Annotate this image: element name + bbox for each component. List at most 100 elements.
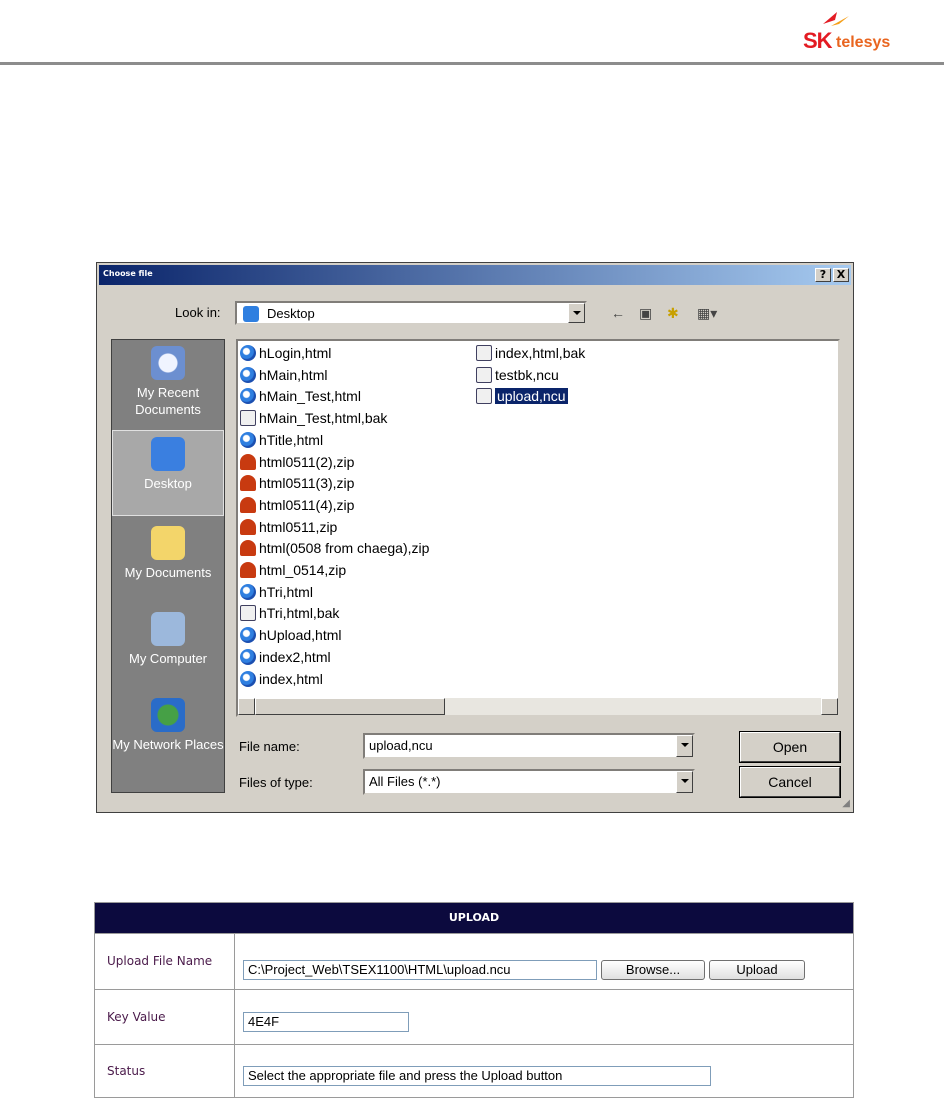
- file-item[interactable]: html(0508 from chaega),zip: [240, 538, 429, 558]
- file-name: index2,html: [259, 648, 331, 665]
- upload-button[interactable]: Upload: [709, 960, 805, 980]
- scroll-thumb[interactable]: [255, 698, 445, 715]
- resize-grip-icon[interactable]: ◢: [842, 798, 850, 809]
- status-field: Select the appropriate file and press th…: [243, 1066, 711, 1086]
- file-item[interactable]: hTitle,html: [240, 430, 323, 450]
- file-item[interactable]: html_0514,zip: [240, 560, 346, 580]
- ie-icon: [240, 388, 256, 405]
- back-icon[interactable]: ←: [611, 305, 625, 321]
- scroll-left-icon[interactable]: [238, 698, 255, 715]
- ie-icon: [240, 648, 256, 665]
- key-value-input[interactable]: 4E4F: [243, 1012, 409, 1032]
- file-name: html0511(2),zip: [259, 453, 355, 470]
- bak-icon: [240, 410, 256, 427]
- zip-icon: [240, 562, 256, 578]
- file-name: hMain_Test,html,bak: [259, 410, 388, 427]
- file-name-input[interactable]: upload,ncu: [363, 733, 695, 759]
- file-name: html0511(3),zip: [259, 475, 355, 492]
- up-folder-icon[interactable]: ▣: [639, 305, 652, 322]
- dialog-title: Choose file: [103, 269, 153, 278]
- chevron-down-icon[interactable]: [676, 735, 693, 757]
- place-label: My Recent Documents: [135, 385, 201, 417]
- status-label: Status: [95, 1045, 235, 1098]
- file-name: hMain_Test,html: [259, 388, 361, 405]
- file-item[interactable]: html0511(4),zip: [240, 495, 354, 515]
- file-item[interactable]: hMain_Test,html: [240, 386, 361, 406]
- close-button[interactable]: X: [833, 268, 849, 282]
- look-in-value: Desktop: [267, 306, 315, 321]
- file-name: html0511,zip: [259, 518, 338, 535]
- file-name: html0511(4),zip: [259, 496, 355, 513]
- file-name: hTri,html,bak: [259, 605, 340, 622]
- sk-telesys-logo: SK telesys: [803, 10, 915, 54]
- ie-icon: [240, 583, 256, 600]
- logo-brand: SK: [803, 28, 833, 53]
- file-item[interactable]: hMain,html: [240, 365, 327, 385]
- help-button[interactable]: ?: [815, 268, 831, 282]
- file-item[interactable]: index,html,bak: [476, 343, 585, 363]
- place-desktop[interactable]: Desktop: [112, 430, 224, 516]
- file-name: html(0508 from chaega),zip: [259, 540, 430, 557]
- cancel-button[interactable]: Cancel: [740, 767, 840, 797]
- new-folder-icon[interactable]: ✱: [667, 305, 679, 322]
- place-my-computer[interactable]: My Computer: [112, 612, 224, 667]
- file-item[interactable]: hTri,html: [240, 582, 313, 602]
- desktop-icon: [243, 306, 259, 322]
- my-computer-icon: [151, 612, 185, 646]
- logo-wing-icon: [823, 12, 849, 26]
- place-label: My Documents: [124, 565, 212, 580]
- my-documents-icon: [151, 526, 185, 560]
- bak-icon: [476, 388, 492, 405]
- file-item[interactable]: upload,ncu: [476, 386, 568, 406]
- file-name-value: upload,ncu: [369, 738, 433, 753]
- files-of-type-select[interactable]: All Files (*.*): [363, 769, 695, 795]
- horizontal-scrollbar[interactable]: [238, 698, 838, 715]
- file-item[interactable]: hTri,html,bak: [240, 603, 339, 623]
- view-menu-icon[interactable]: ▦▾: [697, 305, 717, 322]
- places-bar: My Recent Documents Desktop My Documents…: [111, 339, 225, 793]
- file-name: upload,ncu: [495, 388, 568, 405]
- look-in-select[interactable]: Desktop: [235, 301, 587, 325]
- key-value-label: Key Value: [95, 990, 235, 1045]
- bak-icon: [476, 345, 492, 361]
- file-list[interactable]: hLogin,html hMain,html hMain_Test,html hMai…: [236, 339, 840, 717]
- bak-icon: [476, 366, 492, 383]
- place-my-recent-documents[interactable]: My Recent Documents: [112, 346, 224, 418]
- recent-documents-icon: [151, 346, 185, 380]
- file-item[interactable]: testbk,ncu: [476, 365, 559, 385]
- file-item[interactable]: hUpload,html: [240, 625, 342, 645]
- upload-file-name-input[interactable]: C:\Project_Web\TSEX1100\HTML\upload.ncu: [243, 960, 597, 980]
- file-name: html_0514,zip: [259, 562, 347, 578]
- open-button[interactable]: Open: [740, 732, 840, 762]
- zip-icon: [240, 496, 256, 513]
- choose-file-dialog: Choose file ? X Look in: Desktop ← ▣ ✱ ▦…: [96, 262, 854, 813]
- chevron-down-icon[interactable]: [568, 303, 585, 323]
- place-label: Desktop: [144, 476, 192, 491]
- file-item[interactable]: html0511(3),zip: [240, 473, 354, 493]
- file-name: hLogin,html: [259, 345, 332, 361]
- files-of-type-value: All Files (*.*): [369, 774, 441, 789]
- network-places-icon: [151, 698, 185, 732]
- place-my-documents[interactable]: My Documents: [112, 526, 224, 581]
- place-my-network-places[interactable]: My Network Places: [112, 698, 224, 753]
- file-item[interactable]: index2,html: [240, 647, 331, 667]
- dialog-titlebar[interactable]: Choose file ? X: [99, 265, 851, 285]
- chevron-down-icon[interactable]: [676, 771, 693, 793]
- key-value-row: Key Value 4E4F: [95, 989, 853, 1045]
- zip-icon: [240, 540, 256, 557]
- look-in-label: Look in:: [175, 305, 221, 320]
- file-item[interactable]: hMain_Test,html,bak: [240, 408, 387, 428]
- ie-icon: [240, 670, 256, 687]
- upload-title: UPLOAD: [95, 903, 853, 933]
- file-item[interactable]: html0511(2),zip: [240, 452, 354, 472]
- file-item[interactable]: html0511,zip: [240, 517, 337, 537]
- zip-icon: [240, 475, 256, 492]
- file-name-label: File name:: [239, 739, 300, 754]
- file-item[interactable]: hLogin,html: [240, 343, 331, 363]
- bak-icon: [240, 605, 256, 622]
- file-item[interactable]: index,html: [240, 669, 323, 689]
- scroll-right-icon[interactable]: [821, 698, 838, 715]
- zip-icon: [240, 518, 256, 535]
- upload-file-name-row: Upload File Name C:\Project_Web\TSEX1100…: [95, 933, 853, 989]
- browse-button[interactable]: Browse...: [601, 960, 705, 980]
